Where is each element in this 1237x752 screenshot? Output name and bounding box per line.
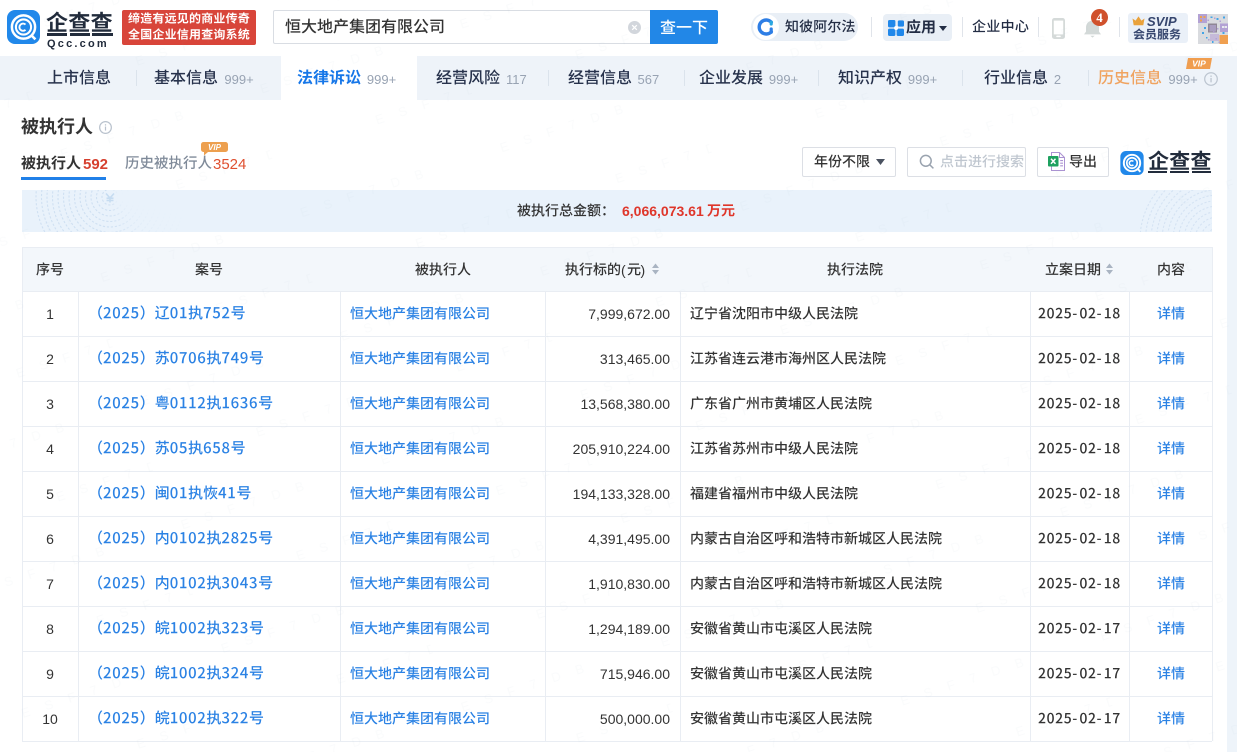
svg-text:VIP: VIP bbox=[1192, 59, 1206, 69]
svg-text:VIP: VIP bbox=[208, 143, 222, 152]
